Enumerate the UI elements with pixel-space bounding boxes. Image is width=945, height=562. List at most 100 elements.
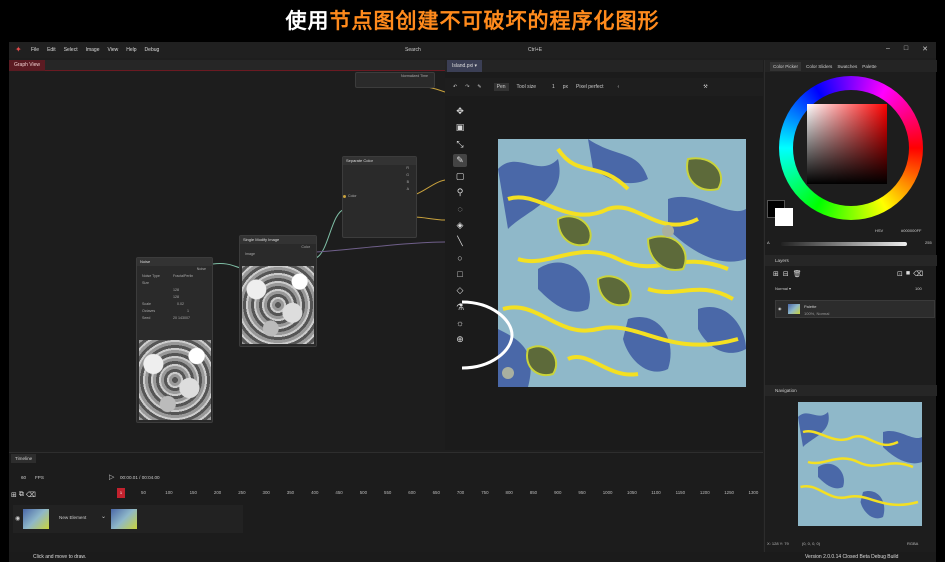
maximize-icon[interactable]: □ (904, 45, 908, 53)
mask-icon[interactable]: ■ (906, 270, 910, 278)
fill-icon[interactable]: ◈ (453, 219, 467, 232)
tab-color-picker[interactable]: Color Picker (770, 61, 802, 71)
tab-swatches[interactable]: Swatches (837, 64, 857, 69)
ruler-tick: 300 (262, 490, 270, 495)
node-separate-color[interactable]: Separate Color R G B A Color (342, 156, 417, 238)
chevron-down-icon[interactable]: ⌄ (101, 513, 106, 520)
rectangle-icon[interactable]: □ (453, 268, 467, 281)
move-icon[interactable]: ✥ (453, 105, 467, 118)
ruler-tick: 200 (213, 490, 222, 495)
timeline-panel: Timeline 60 FPS ▷ 00:00.01 / 00:04.00 ⊞ … (9, 452, 763, 552)
menu-file[interactable]: File (31, 47, 39, 53)
trash-icon[interactable]: ⌫ (913, 270, 923, 278)
port-color[interactable] (343, 195, 346, 198)
hue-wheel[interactable] (779, 76, 923, 220)
color-tabs: Color Picker Color Sliders Swatches Pale… (765, 60, 937, 72)
node-title: Separate Color (343, 157, 416, 165)
layer-detail: 100%, Normal (804, 311, 830, 316)
alpha-slider[interactable] (781, 242, 907, 246)
eraser-icon[interactable]: ◇ (453, 284, 467, 297)
node-noise[interactable]: Noise Noise Noise Type FractalPerlin Siz… (136, 257, 213, 423)
param-size-x[interactable]: 128 (137, 287, 212, 294)
alpha-value[interactable]: 255 (925, 240, 932, 245)
settings-wrench-icon[interactable]: ⚒ (703, 84, 707, 90)
node-title: Single Modify Image (240, 236, 316, 244)
output-color: Color (301, 245, 310, 249)
island-canvas[interactable] (498, 139, 746, 387)
color-mode-row: HSV #000000FF (767, 228, 935, 236)
hex-input[interactable]: #000000FF (901, 228, 921, 233)
fps-input[interactable]: 60 (21, 475, 26, 480)
menu-debug[interactable]: Debug (145, 47, 160, 53)
pixel-perfect-toggle[interactable]: Pixel perfect (576, 84, 604, 90)
play-icon[interactable]: ▷ (109, 473, 114, 481)
line-icon[interactable]: ╲ (453, 235, 467, 248)
magic-wand-icon[interactable]: ⚲ (453, 186, 467, 199)
select-icon[interactable]: ▣ (453, 121, 467, 134)
param-octaves[interactable]: Octaves 1 (137, 308, 212, 315)
close-icon[interactable]: ✕ (922, 45, 928, 53)
param-seed[interactable]: Seed 20 143007 (137, 315, 212, 322)
blend-mode-select[interactable]: Normal ▾ (775, 286, 791, 291)
visibility-eye-icon[interactable]: ◉ (15, 515, 20, 522)
ruler-tick: 950 (578, 490, 586, 495)
ellipse-select-icon[interactable]: ◌ (453, 203, 467, 216)
tab-document[interactable]: Island.pxi ▾ (447, 60, 483, 72)
param-size-y[interactable]: 128 (137, 294, 212, 301)
color-mode-select[interactable]: HSV (875, 228, 883, 233)
minimize-icon[interactable]: – (886, 45, 890, 53)
ruler-tick: 850 (529, 490, 538, 495)
saturation-value-square[interactable] (807, 104, 887, 184)
pen-icon[interactable]: ✎ (453, 153, 467, 167)
menu-view[interactable]: View (108, 47, 119, 53)
tab-timeline[interactable]: Timeline (11, 454, 37, 463)
ruler-tick: 400 (311, 490, 319, 495)
video-caption: 使用 节点图创建不可破坏的程序化图形 (0, 0, 945, 40)
keyframe-thumbnail[interactable] (111, 509, 137, 529)
menu-edit[interactable]: Edit (47, 47, 56, 53)
param-noise-type[interactable]: Noise Type FractalPerlin (137, 273, 212, 280)
input-color: Color (343, 193, 416, 200)
redo-icon[interactable]: ↷ (465, 84, 469, 90)
layer-name: Palette (804, 304, 817, 309)
duplicate-icon[interactable]: ⧉ (19, 491, 24, 499)
layer-row[interactable]: ◉ Palette 100%, Normal (775, 300, 935, 318)
ruler-tick: 100 (165, 490, 173, 495)
lasso-icon[interactable]: ⤡ (453, 138, 467, 151)
new-layer-icon[interactable]: ⊞ (773, 270, 779, 278)
ruler-tick: 450 (335, 490, 343, 495)
chevron-left-icon[interactable]: ‹ (618, 84, 620, 90)
tab-color-sliders[interactable]: Color Sliders (806, 64, 832, 69)
navigation-preview[interactable] (798, 402, 922, 526)
delete-icon[interactable]: ⌫ (26, 491, 36, 499)
ellipse-icon[interactable]: ○ (453, 252, 467, 265)
new-folder-icon[interactable]: ⊟ (783, 270, 789, 278)
node-graph[interactable]: Normalized Time Separate Color R G B A C… (9, 72, 445, 450)
lock-icon[interactable]: ⊡ (897, 270, 903, 278)
param-scale[interactable]: Scale 0.02 (137, 301, 212, 308)
add-icon[interactable]: ⊞ (11, 491, 17, 499)
rectangle-select-icon[interactable]: ▢ (453, 170, 467, 183)
ruler-tick: 800 (505, 490, 513, 495)
undo-icon[interactable]: ↶ (453, 84, 457, 90)
layer-locks: ⊡ ■ ⌫ (897, 270, 923, 278)
opacity-input[interactable]: 100 (915, 286, 922, 291)
delete-icon[interactable]: 🗑 (793, 270, 802, 278)
menu-image[interactable]: Image (86, 47, 100, 53)
ruler-tick: 1000 (602, 490, 613, 495)
node-time[interactable]: Normalized Time (355, 72, 435, 88)
menu-help[interactable]: Help (126, 47, 136, 53)
element-name[interactable]: New Element (59, 515, 86, 520)
secondary-color-swatch[interactable] (775, 208, 793, 226)
search-box[interactable]: Search (405, 47, 421, 53)
tab-graph-view[interactable]: Graph View (9, 60, 46, 71)
menu-select[interactable]: Select (64, 47, 78, 53)
tab-palette[interactable]: Palette (862, 64, 876, 69)
edit-icon[interactable]: ✎ (477, 84, 481, 90)
color-format: RGBA (907, 541, 919, 546)
ruler-tick: 700 (456, 490, 465, 495)
node-modify-image[interactable]: Single Modify Image Color Image (239, 235, 317, 347)
tool-size-input[interactable]: 1 (552, 84, 555, 90)
cursor-coords: X: 128 Y: 79 (767, 541, 789, 546)
eye-icon[interactable]: ◉ (778, 306, 782, 311)
